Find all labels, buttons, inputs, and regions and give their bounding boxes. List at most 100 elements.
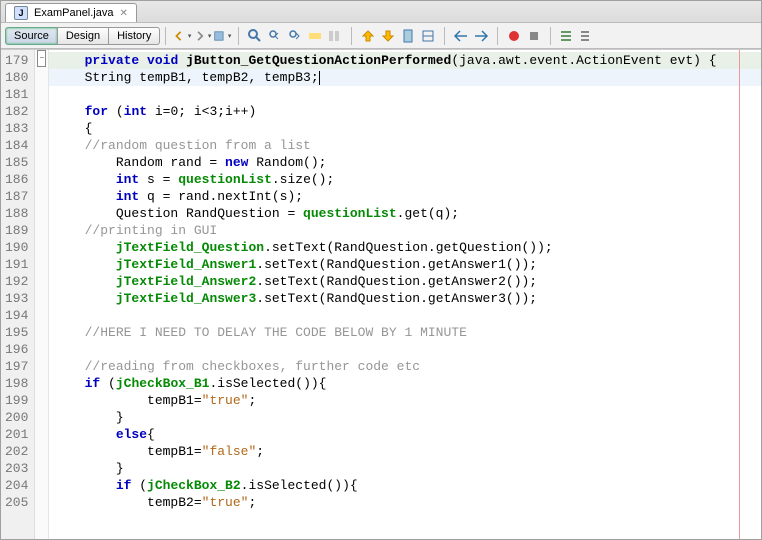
fold-cell [35,339,48,356]
line-number: 190 [1,239,34,256]
fold-cell [35,458,48,475]
code-line: jTextField_Answer3.setText(RandQuestion.… [49,290,761,307]
uncomment-button[interactable] [577,26,597,46]
code-content[interactable]: private void jButton_GetQuestionActionPe… [49,50,761,539]
fold-cell [35,101,48,118]
fold-cell [35,254,48,271]
code-line: int q = rand.nextInt(s); [49,188,761,205]
line-number: 192 [1,273,34,290]
line-number: 198 [1,375,34,392]
fold-cell [35,135,48,152]
find-selection-button[interactable] [245,26,265,46]
line-number: 184 [1,137,34,154]
code-line: tempB1="true"; [49,392,761,409]
comment-button[interactable] [557,26,577,46]
code-line [49,86,761,103]
code-line: private void jButton_GetQuestionActionPe… [49,52,761,69]
tool-button-12[interactable] [418,26,438,46]
fold-cell [35,220,48,237]
start-macro-button[interactable] [504,26,524,46]
line-number: 203 [1,460,34,477]
find-prev-button[interactable] [265,26,285,46]
line-number: 180 [1,69,34,86]
toolbar-separator [351,27,352,45]
code-line: String tempB1, tempB2, tempB3; [49,69,761,86]
fold-cell [35,152,48,169]
fold-cell [35,203,48,220]
code-line: if (jCheckBox_B2.isSelected()){ [49,477,761,494]
code-line: { [49,120,761,137]
fold-cell [35,169,48,186]
fold-cell [35,356,48,373]
code-editor[interactable]: 1791801811821831841851861871881891901911… [1,49,761,539]
file-tab-strip: J ExamPanel.java ✕ [1,1,761,23]
view-source-button[interactable]: Source [5,27,58,45]
fold-cell [35,373,48,390]
line-number: 199 [1,392,34,409]
line-number: 182 [1,103,34,120]
fold-column: − [35,50,49,539]
line-number: 196 [1,341,34,358]
line-number: 201 [1,426,34,443]
code-line: tempB2="true"; [49,494,761,511]
toolbar-separator [550,27,551,45]
right-margin-line [739,50,740,539]
code-line: else{ [49,426,761,443]
close-tab-icon[interactable]: ✕ [120,8,128,19]
shift-left-button[interactable] [451,26,471,46]
fold-cell [35,492,48,509]
toggle-bookmark-button[interactable] [398,26,418,46]
code-line: //reading from checkboxes, further code … [49,358,761,375]
view-design-button[interactable]: Design [57,27,109,45]
code-line: Question RandQuestion = questionList.get… [49,205,761,222]
editor-toolbar: Source Design History ▾ ▾ ▾ [1,23,761,49]
fold-cell [35,67,48,84]
line-number: 185 [1,154,34,171]
fold-cell [35,237,48,254]
toolbar-separator [497,27,498,45]
toolbar-separator [238,27,239,45]
code-line: jTextField_Answer1.setText(RandQuestion.… [49,256,761,273]
file-tab-label: ExamPanel.java [34,7,114,19]
fold-cell [35,407,48,424]
tool-button-3[interactable]: ▾ [212,26,232,46]
fold-toggle-icon[interactable]: − [37,50,46,67]
fold-cell [35,390,48,407]
code-line: jTextField_Answer2.setText(RandQuestion.… [49,273,761,290]
next-bookmark-button[interactable] [378,26,398,46]
code-line: jTextField_Question.setText(RandQuestion… [49,239,761,256]
code-line: //random question from a list [49,137,761,154]
line-number: 200 [1,409,34,426]
nav-back-button[interactable]: ▾ [172,26,192,46]
file-tab-exampanel[interactable]: J ExamPanel.java ✕ [5,3,137,22]
code-line [49,341,761,358]
code-line: for (int i=0; i<3;i++) [49,103,761,120]
fold-cell [35,288,48,305]
line-number: 205 [1,494,34,511]
line-number: 193 [1,290,34,307]
fold-cell [35,84,48,101]
code-line: tempB1="false"; [49,443,761,460]
find-next-button[interactable] [285,26,305,46]
line-number-gutter: 1791801811821831841851861871881891901911… [1,50,35,539]
line-number: 197 [1,358,34,375]
code-line: //printing in GUI [49,222,761,239]
code-line: //HERE I NEED TO DELAY THE CODE BELOW BY… [49,324,761,341]
code-line: if (jCheckBox_B1.isSelected()){ [49,375,761,392]
tool-button-8[interactable] [325,26,345,46]
fold-cell [35,475,48,492]
shift-right-button[interactable] [471,26,491,46]
line-number: 179 [1,52,34,69]
fold-cell: − [35,50,48,67]
line-number: 181 [1,86,34,103]
fold-cell [35,186,48,203]
toggle-highlight-button[interactable] [305,26,325,46]
view-history-button[interactable]: History [108,27,160,45]
stop-macro-button[interactable] [524,26,544,46]
fold-cell [35,322,48,339]
line-number: 191 [1,256,34,273]
nav-forward-button[interactable]: ▾ [192,26,212,46]
line-number: 204 [1,477,34,494]
line-number: 194 [1,307,34,324]
prev-bookmark-button[interactable] [358,26,378,46]
